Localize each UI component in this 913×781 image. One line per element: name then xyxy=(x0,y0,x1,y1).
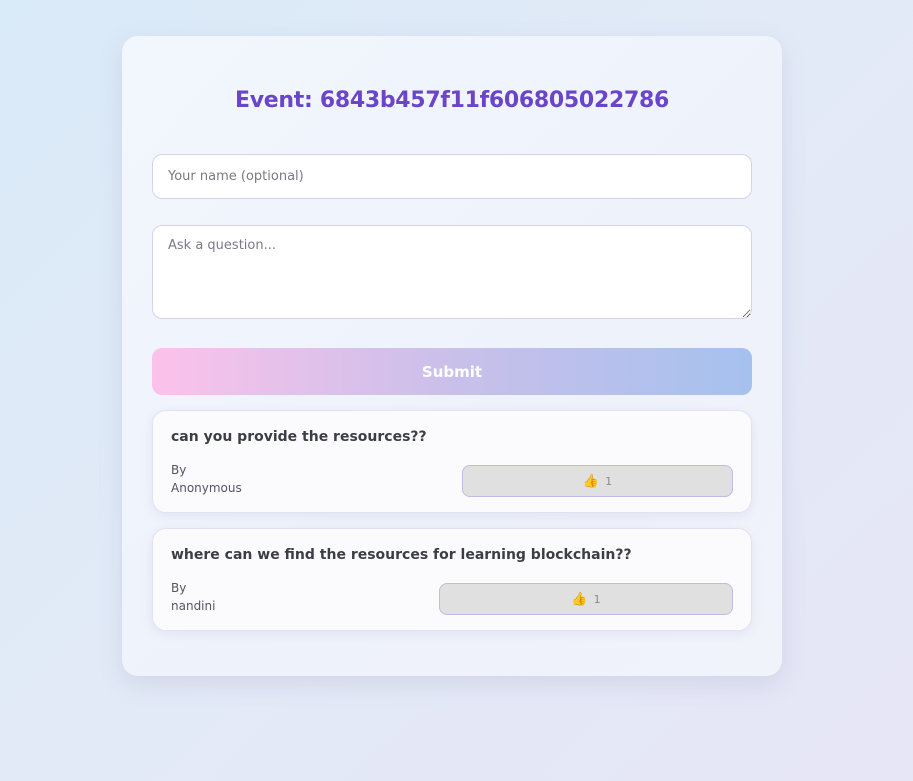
author-name: nandini xyxy=(171,599,216,613)
question-card: where can we find the resources for lear… xyxy=(152,528,752,631)
author-name: Anonymous xyxy=(171,481,242,495)
like-count: 1 xyxy=(605,474,613,488)
question-author: By Anonymous xyxy=(171,461,242,497)
like-count: 1 xyxy=(593,592,601,606)
by-label: By xyxy=(171,463,187,477)
thumbs-up-icon: 👍 xyxy=(582,473,600,489)
question-text: where can we find the resources for lear… xyxy=(171,547,632,563)
event-card: Event: 6843b457f11f606805022786 Submit c… xyxy=(122,36,782,676)
submit-button[interactable]: Submit xyxy=(152,348,752,395)
question-author: By nandini xyxy=(171,579,215,615)
question-text: can you provide the resources?? xyxy=(171,429,427,445)
like-button[interactable]: 👍 1 xyxy=(462,465,733,497)
page-title: Event: 6843b457f11f606805022786 xyxy=(235,88,669,113)
question-input[interactable] xyxy=(152,225,752,319)
name-input[interactable] xyxy=(152,154,752,199)
thumbs-up-icon: 👍 xyxy=(571,591,588,607)
like-button[interactable]: 👍 1 xyxy=(439,583,733,615)
question-card: can you provide the resources?? By Anony… xyxy=(152,410,752,513)
by-label: By xyxy=(171,581,187,595)
